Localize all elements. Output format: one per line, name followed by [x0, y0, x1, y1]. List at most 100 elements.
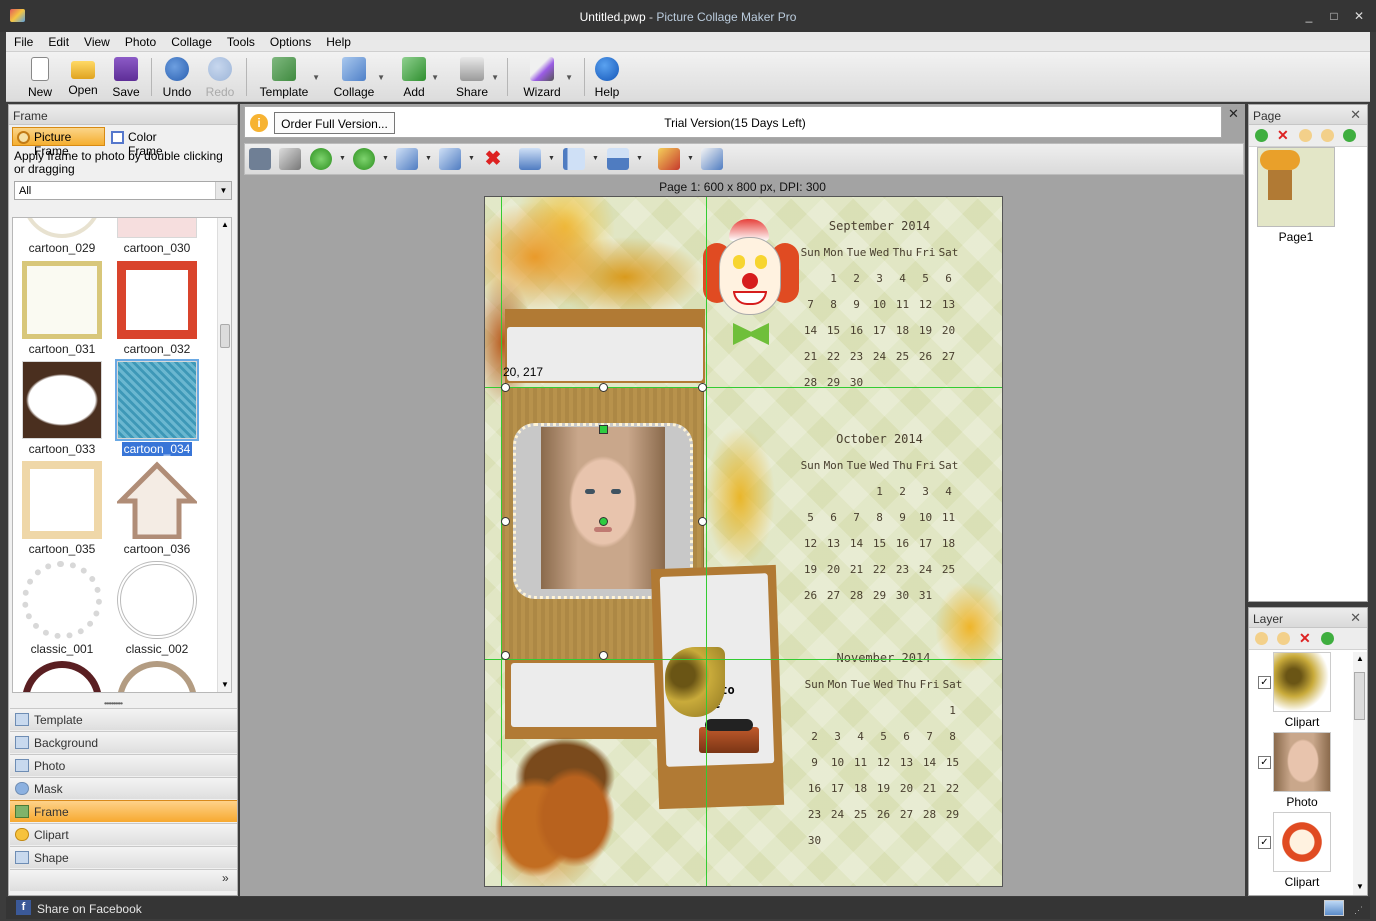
accordion-frame[interactable]: Frame	[10, 800, 237, 822]
crop-icon[interactable]	[279, 148, 301, 170]
frame-thumb[interactable]: cartoon_032	[114, 261, 200, 356]
acorns-clipart[interactable]	[485, 717, 655, 886]
chevron-down-icon[interactable]: ▼	[468, 155, 475, 162]
layer-item[interactable]: ✓ Clipart	[1251, 652, 1349, 730]
resize-handle-bottom-left[interactable]	[501, 651, 510, 660]
accordion-background[interactable]: Background	[10, 731, 237, 753]
calendar-november[interactable]: November 2014 Sun Mon Tue Wed Thu Fri Sat 1 2 3 4 5…	[803, 651, 964, 853]
resize-handle-bottom[interactable]	[599, 651, 608, 660]
tab-picture-frame[interactable]: Picture Frame	[12, 127, 105, 158]
refresh-layer-icon[interactable]	[1321, 632, 1334, 645]
resize-handle-left[interactable]	[501, 517, 510, 526]
guide-line-vertical[interactable]	[706, 197, 707, 886]
accordion-shape[interactable]: Shape	[10, 846, 237, 868]
menu-options[interactable]: Options	[262, 32, 318, 52]
properties-icon[interactable]	[701, 148, 723, 170]
layer-panel-close-icon[interactable]: ✕	[1350, 610, 1361, 626]
chevron-down-icon[interactable]: ▼	[215, 182, 231, 199]
new-button[interactable]: New	[24, 55, 56, 101]
add-page-icon[interactable]	[1255, 129, 1268, 142]
guide-line-horizontal[interactable]	[485, 659, 1002, 660]
menu-tools[interactable]: Tools	[219, 32, 262, 52]
monitor-icon[interactable]	[1324, 900, 1344, 916]
save-button[interactable]: Save	[110, 55, 142, 101]
bring-forward-icon[interactable]	[310, 148, 332, 170]
chevron-down-icon[interactable]: ▼	[592, 155, 599, 162]
open-button[interactable]: Open	[66, 55, 100, 101]
frame-thumb-partial[interactable]	[114, 661, 200, 692]
rotate-left-icon[interactable]	[439, 148, 461, 170]
portrait-photo[interactable]	[541, 427, 665, 589]
center-handle[interactable]	[599, 517, 608, 526]
move-page-up-icon[interactable]	[1299, 129, 1312, 142]
frame-thumb-selected[interactable]: cartoon_034	[114, 359, 200, 456]
yellow-leaf-clipart[interactable]	[705, 427, 775, 567]
move-page-down-icon[interactable]	[1321, 129, 1334, 142]
guide-line-vertical[interactable]	[501, 197, 502, 886]
align-center-icon[interactable]	[519, 148, 541, 170]
scroll-down-icon[interactable]: ▼	[221, 680, 229, 689]
layer-visibility-checkbox[interactable]: ✓	[1258, 756, 1271, 769]
chevron-down-icon[interactable]: ▼	[687, 155, 694, 162]
share-button[interactable]: Share ▼	[455, 55, 499, 101]
send-backward-icon[interactable]	[353, 148, 375, 170]
share-on-facebook-link[interactable]: Share on Facebook	[37, 902, 142, 916]
panel-splitter-grip[interactable]: ••••••••••	[104, 699, 123, 708]
template-dropdown-icon[interactable]: ▼	[312, 73, 320, 82]
gramophone-clipart[interactable]	[665, 647, 775, 767]
collage-dropdown-icon[interactable]: ▼	[377, 73, 385, 82]
layer-visibility-checkbox[interactable]: ✓	[1258, 676, 1271, 689]
help-button[interactable]: Help	[594, 55, 620, 101]
page-panel-close-icon[interactable]: ✕	[1350, 107, 1361, 123]
add-dropdown-icon[interactable]: ▼	[431, 73, 439, 82]
align-left-icon[interactable]	[563, 148, 585, 170]
resize-handle-right[interactable]	[698, 517, 707, 526]
effects-icon[interactable]	[658, 148, 680, 170]
facebook-icon[interactable]: f	[16, 900, 31, 915]
delete-page-icon[interactable]: ✕	[1277, 128, 1290, 142]
layer-visibility-checkbox[interactable]: ✓	[1258, 836, 1271, 849]
chevron-down-icon[interactable]: ▼	[425, 155, 432, 162]
page-thumbnail[interactable]	[1257, 147, 1335, 227]
resize-grip-icon[interactable]: ⋰	[1354, 905, 1363, 916]
layer-down-icon[interactable]	[1277, 632, 1290, 645]
chevron-down-icon[interactable]: ▼	[548, 155, 555, 162]
frame-thumb[interactable]: classic_002	[114, 561, 200, 656]
delete-icon[interactable]: ✖	[482, 148, 504, 170]
rotate-right-icon[interactable]	[396, 148, 418, 170]
collage-canvas[interactable]: 20, 217 oto e September 2014 SunMonTueWe…	[484, 196, 1003, 887]
chevron-down-icon[interactable]: ▼	[382, 155, 389, 162]
menu-photo[interactable]: Photo	[117, 32, 163, 52]
calendar-october[interactable]: October 2014 Sun Mon Tue Wed Thu Fri Sat 1 2 3 4 5 6…	[799, 432, 960, 608]
accordion-template[interactable]: Template	[10, 708, 237, 730]
frame-thumb[interactable]: cartoon_035	[19, 461, 105, 556]
frame-grid-scrollbar[interactable]: ▲ ▼	[217, 218, 231, 692]
layer-scrollbar[interactable]: ▲ ▼	[1353, 652, 1367, 895]
resize-handle-top-left[interactable]	[501, 383, 510, 392]
rotate-handle[interactable]	[599, 425, 608, 434]
refresh-page-icon[interactable]	[1343, 129, 1356, 142]
scrollbar-thumb[interactable]	[1354, 672, 1365, 720]
menu-help[interactable]: Help	[318, 32, 358, 52]
chevron-down-icon[interactable]: ▼	[636, 155, 643, 162]
minimize-button[interactable]: _	[1300, 9, 1318, 23]
order-full-version-button[interactable]: Order Full Version...	[274, 112, 395, 134]
template-button[interactable]: Template ▼	[258, 55, 320, 101]
clown-clipart[interactable]	[703, 219, 799, 349]
close-notice-icon[interactable]: ✕	[1228, 106, 1239, 122]
frame-thumb[interactable]: cartoon_033	[19, 361, 105, 456]
menu-view[interactable]: View	[76, 32, 117, 52]
menu-file[interactable]: File	[6, 32, 40, 52]
accordion-mask[interactable]: Mask	[10, 777, 237, 799]
layer-item[interactable]: ✓ Photo	[1251, 732, 1349, 810]
maximize-button[interactable]: □	[1325, 9, 1343, 23]
wizard-dropdown-icon[interactable]: ▼	[565, 73, 573, 82]
wizard-button[interactable]: Wizard ▼	[521, 55, 573, 101]
frame-filter-select[interactable]: All ▼	[14, 181, 232, 200]
person-icon[interactable]	[249, 148, 271, 170]
scroll-up-icon[interactable]: ▲	[1356, 654, 1364, 663]
accordion-clipart[interactable]: Clipart	[10, 823, 237, 845]
frame-thumb[interactable]: cartoon_030	[114, 218, 200, 255]
tab-color-frame[interactable]: Color Frame	[106, 127, 196, 158]
guide-line-horizontal[interactable]	[485, 387, 1002, 388]
